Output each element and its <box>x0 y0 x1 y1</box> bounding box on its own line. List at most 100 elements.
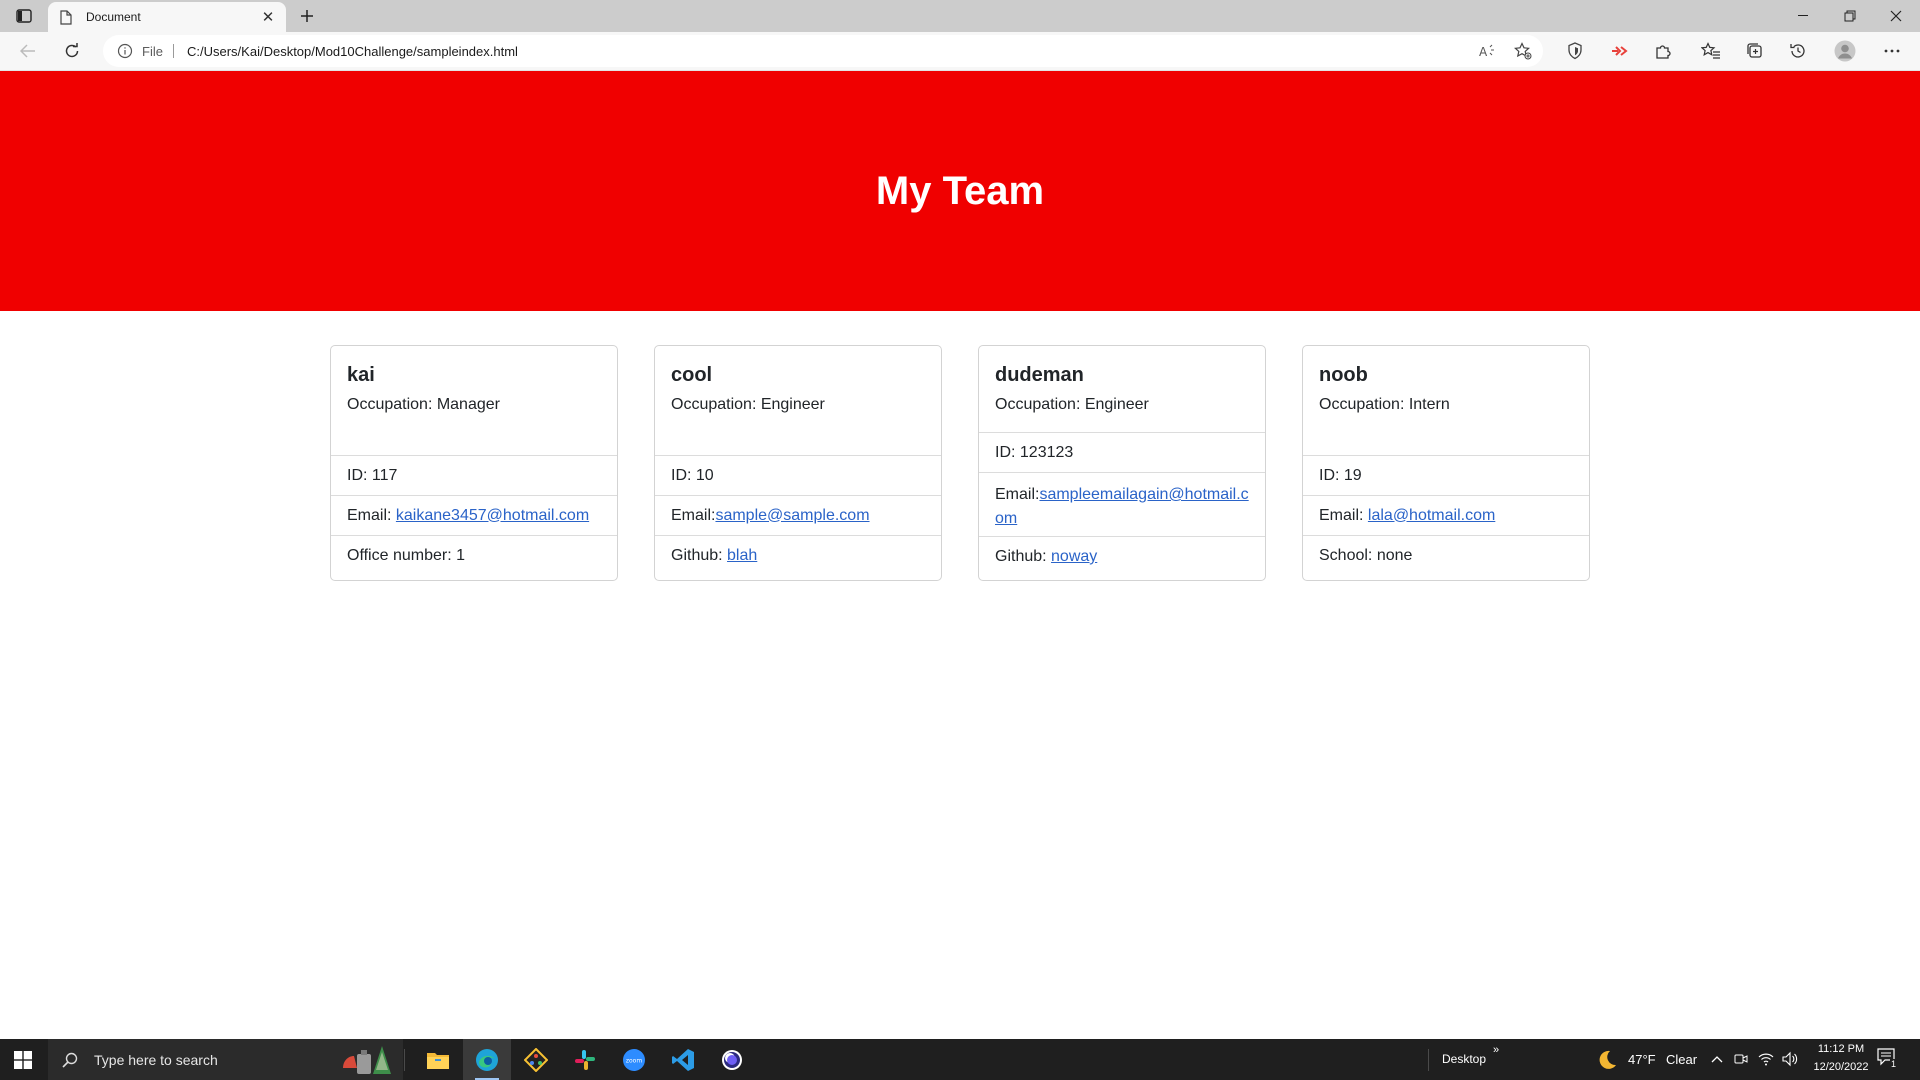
meet-now-icon[interactable] <box>1734 1052 1748 1066</box>
employee-id: ID: 19 <box>1303 456 1589 496</box>
employee-card-dudeman: dudeman Occupation: Engineer ID: 123123 … <box>978 345 1266 581</box>
employee-name: kai <box>347 364 375 386</box>
page-title: My Team <box>875 168 1045 213</box>
email-link[interactable]: kaikane3457@hotmail.com <box>396 507 589 525</box>
employee-email: Email: lala@hotmail.com <box>1303 496 1589 536</box>
employee-occupation: Occupation: Manager <box>347 396 500 413</box>
close-tab-icon[interactable]: ✕ <box>256 5 280 29</box>
tray-divider <box>1428 1049 1429 1071</box>
team-cards: kai Occupation: Manager ID: 117 Email: k… <box>330 345 1590 583</box>
read-aloud-icon[interactable]: A <box>1478 41 1498 61</box>
card-header: kai Occupation: Manager <box>331 346 617 456</box>
collections-icon[interactable] <box>1743 39 1767 63</box>
edge-icon[interactable] <box>463 1039 511 1080</box>
chevron-up-icon[interactable] <box>1711 1054 1723 1064</box>
github-link[interactable]: blah <box>727 547 757 565</box>
employee-card-kai: kai Occupation: Manager ID: 117 Email: k… <box>330 345 618 581</box>
employee-github: Github: blah <box>655 536 941 576</box>
employee-occupation: Occupation: Engineer <box>995 396 1149 413</box>
employee-name: noob <box>1319 364 1368 386</box>
git-icon[interactable] <box>512 1039 560 1080</box>
browser-tab[interactable]: Document ✕ <box>48 2 286 32</box>
notification-count-badge: 1 <box>1890 1059 1898 1069</box>
windows-logo-icon <box>14 1050 32 1069</box>
employee-id: ID: 123123 <box>979 433 1265 473</box>
github-label: Github: <box>995 548 1052 565</box>
vscode-icon[interactable] <box>659 1039 707 1080</box>
weather-condition[interactable]: Clear <box>1666 1052 1697 1067</box>
restore-button[interactable] <box>1827 0 1873 32</box>
toolbar-expand-icon[interactable]: » <box>1493 1044 1499 1056</box>
tab-actions-icon[interactable] <box>12 6 36 26</box>
extension-red-icon[interactable] <box>1607 39 1631 63</box>
team-header-banner: My Team <box>0 71 1920 311</box>
employee-office-number: Office number: 1 <box>331 536 617 576</box>
employee-school: School: none <box>1303 536 1589 576</box>
desktop-toolbar-label[interactable]: Desktop <box>1442 1052 1486 1066</box>
email-label: Email: <box>347 506 396 524</box>
school-text: School: none <box>1319 547 1413 564</box>
file-explorer-icon[interactable] <box>414 1039 462 1080</box>
taskbar-divider <box>404 1049 405 1071</box>
email-link[interactable]: lala@hotmail.com <box>1368 507 1495 525</box>
slack-icon[interactable] <box>561 1039 609 1080</box>
employee-github: Github: noway <box>979 537 1265 577</box>
start-button[interactable] <box>0 1039 46 1080</box>
employee-email: Email:sampleemailagain@hotmail.com <box>979 473 1265 537</box>
weather-temperature[interactable]: 47°F <box>1628 1052 1656 1067</box>
employee-card-cool: cool Occupation: Engineer ID: 10 Email: s… <box>654 345 942 581</box>
employee-name: cool <box>671 364 713 386</box>
github-link[interactable]: noway <box>1051 548 1097 566</box>
employee-name: dudeman <box>995 364 1084 386</box>
employee-id: ID: 117 <box>331 456 617 496</box>
card-header: dudeman Occupation: Engineer <box>979 346 1265 433</box>
moon-weather-icon[interactable] <box>1596 1049 1618 1071</box>
clock-time[interactable]: 11:12 PM <box>1811 1043 1871 1055</box>
taskbar-search-box[interactable]: Type here to search <box>48 1039 403 1080</box>
tab-title: Document <box>86 10 141 24</box>
employee-id-text: ID: 10 <box>671 466 714 484</box>
close-window-button[interactable] <box>1873 0 1919 32</box>
email-label: Email: <box>1319 506 1368 524</box>
search-highlight-art-icon <box>343 1046 391 1074</box>
back-button[interactable] <box>14 37 42 65</box>
employee-card-noob: noob Occupation: Intern ID: 19 Email: la… <box>1302 345 1590 581</box>
new-tab-button[interactable] <box>293 2 321 30</box>
browser-app-icon[interactable] <box>708 1039 756 1080</box>
more-options-icon[interactable] <box>1880 39 1904 63</box>
employee-id: ID: 10 <box>655 456 941 496</box>
favorites-icon[interactable] <box>1699 39 1723 63</box>
svg-text:zoom: zoom <box>626 1057 642 1064</box>
employee-email: Email: kaikane3457@hotmail.com <box>331 496 617 536</box>
clock-date[interactable]: 12/20/2022 <box>1806 1061 1876 1073</box>
address-bar[interactable]: File C:/Users/Kai/Desktop/Mod10Challenge… <box>103 35 1543 67</box>
windows-taskbar: Type here to search zoom Desktop » 47°F … <box>0 1039 1920 1080</box>
browser-tab-strip: Document ✕ <box>0 0 1920 32</box>
volume-icon[interactable] <box>1782 1051 1798 1067</box>
email-label: Email: <box>671 506 716 524</box>
minimize-button[interactable] <box>1781 0 1827 32</box>
profile-avatar-icon[interactable] <box>1833 39 1857 63</box>
notification-center-button[interactable]: 1 <box>1876 1047 1902 1073</box>
tracking-prevention-icon[interactable] <box>1563 39 1587 63</box>
svg-text:A: A <box>1479 45 1488 58</box>
add-favorite-icon[interactable] <box>1513 41 1533 61</box>
extensions-puzzle-icon[interactable] <box>1651 39 1675 63</box>
email-link[interactable]: sample@sample.com <box>715 507 869 525</box>
zoom-icon[interactable]: zoom <box>610 1039 658 1080</box>
refresh-button[interactable] <box>58 37 86 65</box>
history-icon[interactable] <box>1786 39 1810 63</box>
search-icon <box>62 1051 80 1069</box>
employee-occupation: Occupation: Engineer <box>671 396 825 413</box>
employee-id-text: ID: 123123 <box>995 443 1074 461</box>
browser-toolbar: File C:/Users/Kai/Desktop/Mod10Challenge… <box>0 32 1920 71</box>
email-label: Email: <box>995 486 1040 503</box>
office-number-text: Office number: 1 <box>347 547 465 564</box>
card-header: noob Occupation: Intern <box>1303 346 1589 456</box>
wifi-icon[interactable] <box>1758 1052 1774 1066</box>
file-scheme-label: File <box>142 44 163 59</box>
employee-id-text: ID: 117 <box>347 466 398 484</box>
url-text[interactable]: C:/Users/Kai/Desktop/Mod10Challenge/samp… <box>187 44 518 59</box>
info-icon[interactable] <box>117 43 133 59</box>
github-label: Github: <box>671 547 728 564</box>
